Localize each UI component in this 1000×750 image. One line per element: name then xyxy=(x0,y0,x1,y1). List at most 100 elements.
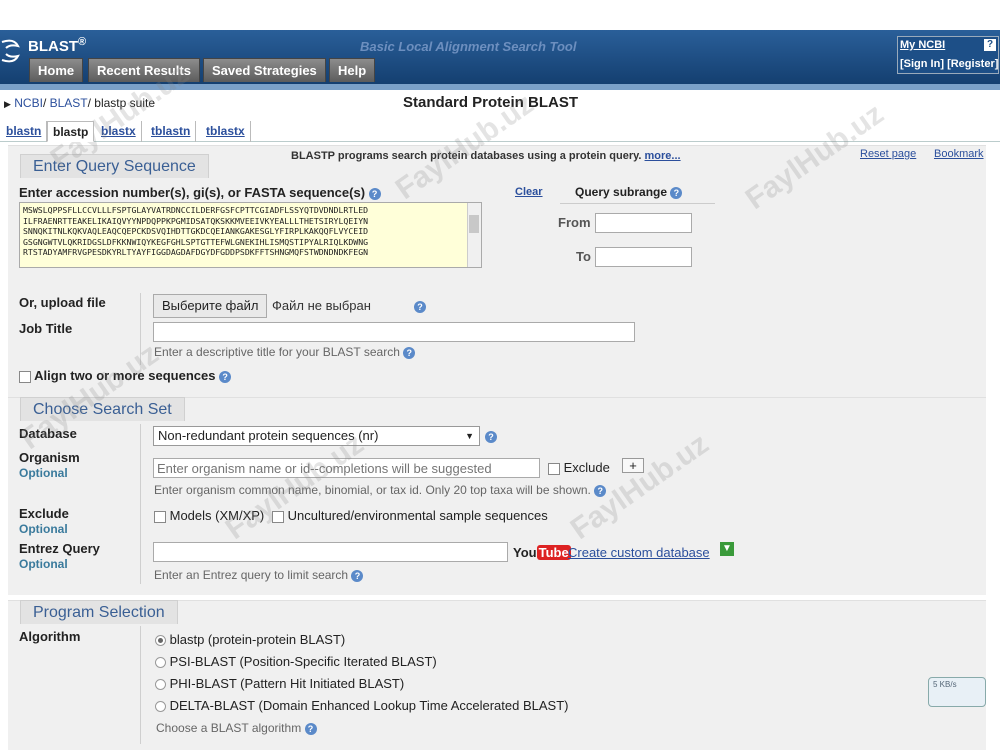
help-icon[interactable]: ? xyxy=(414,301,426,313)
breadcrumb-blast-link[interactable]: BLAST xyxy=(50,96,88,110)
organism-hint: Enter organism common name, binomial, or… xyxy=(154,483,607,497)
file-status: Файл не выбран xyxy=(272,298,371,313)
nav-home-button[interactable]: Home xyxy=(29,58,84,82)
exclude-optional: Optional xyxy=(19,522,68,536)
algorithm-radio[interactable] xyxy=(155,701,166,713)
query-subrange-title: Query subrange ? xyxy=(575,185,683,199)
tab-blastx[interactable]: blastx xyxy=(96,121,142,142)
algorithm-option-phiblast[interactable]: PHI-BLAST (Pattern Hit Initiated BLAST) xyxy=(155,676,404,691)
blast-logo[interactable]: BLAST® xyxy=(28,36,86,55)
sequence-line: MSWSLQPPSFLLCCVLLLFSPTGLAYVATRDNCCILDERF… xyxy=(23,205,369,215)
label-column-divider xyxy=(140,293,141,365)
algorithm-option-blastp[interactable]: blastp (protein-protein BLAST) xyxy=(155,632,345,647)
exclude-models-option[interactable]: Models (XM/XP) xyxy=(154,508,264,523)
organism-exclude-checkbox[interactable] xyxy=(548,462,560,475)
download-icon[interactable]: ▼ xyxy=(720,542,734,556)
entrez-label: Entrez Query xyxy=(19,541,100,556)
clear-link[interactable]: Clear xyxy=(515,186,543,198)
sequence-scrollbar[interactable] xyxy=(467,203,481,267)
intro-more-link[interactable]: more... xyxy=(645,150,681,162)
organism-exclude-label: Exclude xyxy=(563,460,610,475)
reset-page-link[interactable]: Reset page xyxy=(860,148,916,160)
algorithm-option-label: DELTA-BLAST (Domain Enhanced Lookup Time… xyxy=(169,698,569,713)
exclude-models-checkbox[interactable] xyxy=(154,510,166,523)
sign-in-link[interactable]: [Sign In] xyxy=(900,58,944,70)
breadcrumb-ncbi-link[interactable]: NCBI xyxy=(14,96,43,110)
to-input[interactable] xyxy=(595,247,692,267)
tab-blastp[interactable]: blastp xyxy=(47,121,95,142)
entrez-optional: Optional xyxy=(19,557,68,571)
program-heading: Program Selection xyxy=(20,600,178,624)
exclude-uncultured-checkbox[interactable] xyxy=(272,510,284,523)
algorithm-option-deltablast[interactable]: DELTA-BLAST (Domain Enhanced Lookup Time… xyxy=(155,698,569,713)
breadcrumb: ▶ NCBI/ BLAST/ blastp suite xyxy=(4,96,155,110)
algorithm-option-psiblast[interactable]: PSI-BLAST (Position-Specific Iterated BL… xyxy=(155,654,437,669)
youtube-icon[interactable]: You Tube xyxy=(513,545,571,560)
network-speed-widget[interactable]: 5 KB/s xyxy=(928,677,986,707)
myncbi-link[interactable]: My NCBI xyxy=(900,39,945,51)
job-title-hint: Enter a descriptive title for your BLAST… xyxy=(154,345,416,359)
label-column-divider xyxy=(140,424,141,584)
algorithm-option-label: PHI-BLAST (Pattern Hit Initiated BLAST) xyxy=(169,676,405,691)
organism-optional: Optional xyxy=(19,466,68,480)
upload-label: Or, upload file xyxy=(19,295,106,310)
query-label-text: Enter accession number(s), gi(s), or FAS… xyxy=(19,185,366,200)
nav-recent-results-button[interactable]: Recent Results xyxy=(88,58,200,82)
help-icon[interactable]: ? xyxy=(594,484,607,497)
entrez-hint: Enter an Entrez query to limit search ? xyxy=(154,568,364,582)
algorithm-radio[interactable] xyxy=(155,635,166,647)
from-label: From xyxy=(558,215,591,230)
nav-saved-strategies-button[interactable]: Saved Strategies xyxy=(203,58,326,82)
query-section-heading: Enter Query Sequence xyxy=(20,154,209,178)
algorithm-option-label: blastp (protein-protein BLAST) xyxy=(169,632,346,647)
choose-file-button[interactable]: Выберите файл xyxy=(153,294,268,318)
myncbi-help-icon[interactable]: ? xyxy=(984,39,996,51)
organism-label: Organism xyxy=(19,450,80,465)
create-custom-database-link[interactable]: Create custom database xyxy=(568,545,710,560)
database-label: Database xyxy=(19,426,77,441)
algorithm-radio[interactable] xyxy=(155,679,166,691)
youtube-tube: Tube xyxy=(536,545,571,560)
tab-tblastx[interactable]: tblastx xyxy=(201,121,251,142)
header-divider xyxy=(0,84,1000,90)
job-title-label: Job Title xyxy=(19,321,73,336)
dropdown-arrow-icon: ▼ xyxy=(465,431,474,441)
from-input[interactable] xyxy=(595,213,692,233)
entrez-query-input[interactable] xyxy=(153,542,508,562)
query-subrange-title-text: Query subrange xyxy=(575,185,668,199)
organism-input[interactable] xyxy=(153,458,540,478)
tab-tblastn[interactable]: tblastn xyxy=(146,121,197,142)
query-section xyxy=(8,145,986,397)
align-two-checkbox[interactable] xyxy=(19,370,31,383)
register-link[interactable]: [Register] xyxy=(947,58,998,70)
sequence-line: GSGNGWTVLQKRIDGSLDFKKNWIQYKEGFGHLSPTGTTE… xyxy=(23,236,369,247)
add-organism-button[interactable]: + xyxy=(622,458,644,473)
to-label: To xyxy=(576,249,591,264)
sequence-scrollbar-thumb[interactable] xyxy=(469,215,479,233)
help-icon[interactable]: ? xyxy=(351,569,364,582)
app-tagline: Basic Local Alignment Search Tool xyxy=(360,39,577,54)
align-two-option[interactable]: Align two or more sequences ? xyxy=(19,368,232,383)
organism-hint-text: Enter organism common name, binomial, or… xyxy=(154,483,591,497)
search-set-heading: Choose Search Set xyxy=(20,397,185,421)
organism-exclude-option[interactable]: Exclude xyxy=(548,460,610,475)
help-icon[interactable]: ? xyxy=(403,346,416,359)
help-icon[interactable]: ? xyxy=(368,187,381,200)
help-icon[interactable]: ? xyxy=(219,370,232,383)
exclude-label: Exclude xyxy=(19,506,69,521)
algorithm-option-label: PSI-BLAST (Position-Specific Iterated BL… xyxy=(169,654,437,669)
help-icon[interactable]: ? xyxy=(485,431,497,443)
sequence-line: ILFRAENRTTEAKELIKAIQVYYNPDQPPKPGMIDSATQK… xyxy=(23,215,369,226)
bookmark-link[interactable]: Bookmark xyxy=(934,148,984,160)
database-select-value: Non-redundant protein sequences (nr) xyxy=(158,428,379,443)
tab-blastn[interactable]: blastn xyxy=(1,121,48,142)
exclude-uncultured-option[interactable]: Uncultured/environmental sample sequence… xyxy=(272,508,548,523)
nav-help-button[interactable]: Help xyxy=(329,58,376,82)
help-icon[interactable]: ? xyxy=(304,722,317,735)
algorithm-radio[interactable] xyxy=(155,657,166,669)
query-sequence-textarea[interactable]: MSWSLQPPSFLLCCVLLLFSPTGLAYVATRDNCCILDERF… xyxy=(19,202,482,268)
job-title-input[interactable] xyxy=(153,322,635,342)
help-icon[interactable]: ? xyxy=(670,186,683,199)
database-select[interactable]: Non-redundant protein sequences (nr) ▼ xyxy=(153,426,480,446)
page-title: Standard Protein BLAST xyxy=(403,94,579,111)
